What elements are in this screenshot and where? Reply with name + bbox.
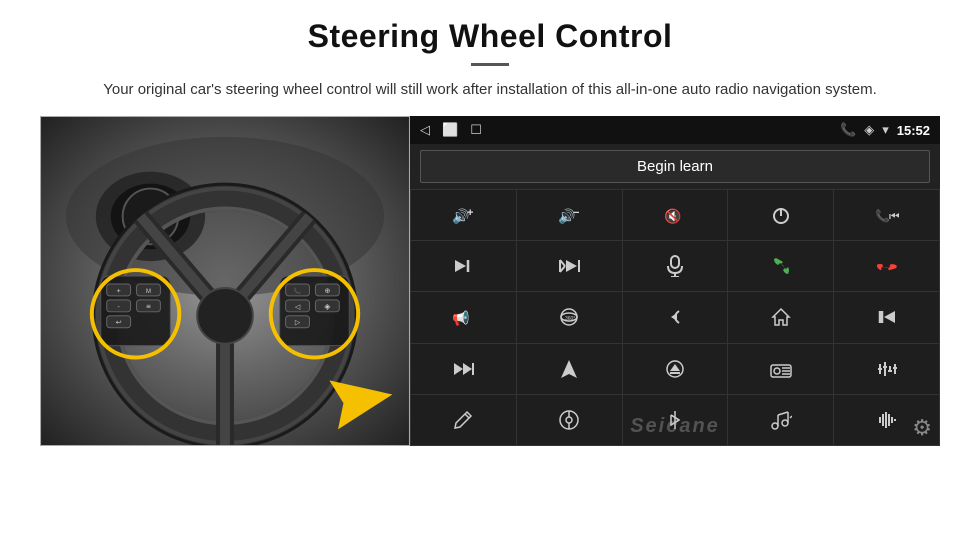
steering-wheel-svg: + - ↩ M ≡ 📞 ◁ ▷: [41, 117, 409, 445]
svg-text:◁: ◁: [295, 304, 301, 311]
power-btn[interactable]: [728, 190, 833, 240]
status-time: 15:52: [897, 123, 930, 138]
svg-text:⏮: ⏮: [889, 209, 899, 223]
status-bar: ◁ ⬜ ☐ 📞 ◈ ▾ 15:52: [410, 116, 940, 144]
svg-text:📢: 📢: [452, 310, 469, 326]
skip-btn[interactable]: [517, 241, 622, 291]
status-bar-icons: 📞 ◈ ▾ 15:52: [840, 122, 930, 138]
steering-control-btn[interactable]: [517, 395, 622, 445]
music-btn[interactable]: [728, 395, 833, 445]
title-divider: [471, 63, 509, 66]
fast-forward-btn[interactable]: [411, 344, 516, 394]
wifi-status-icon: ▾: [882, 122, 889, 138]
steering-wheel-image: + - ↩ M ≡ 📞 ◁ ▷: [40, 116, 410, 446]
svg-text:-: -: [117, 304, 119, 311]
vol-up-btn[interactable]: 🔊+: [411, 190, 516, 240]
home-nav-icon[interactable]: ⬜: [442, 122, 458, 138]
bluetooth-btn[interactable]: [623, 395, 728, 445]
home-btn[interactable]: [728, 292, 833, 342]
end-call-btn[interactable]: [834, 241, 939, 291]
recents-nav-icon[interactable]: ☐: [470, 122, 482, 138]
eject-btn[interactable]: [623, 344, 728, 394]
call-btn[interactable]: [728, 241, 833, 291]
settings-gear-button[interactable]: ⚙: [912, 415, 932, 441]
content-row: + - ↩ M ≡ 📞 ◁ ▷: [40, 116, 940, 446]
svg-text:◈: ◈: [324, 302, 331, 311]
controls-grid: 🔊+ 🔊− 🔇 📞 ⏮: [410, 189, 940, 446]
svg-text:+: +: [467, 207, 473, 219]
equalizer-btn[interactable]: [834, 344, 939, 394]
nav-btn[interactable]: [517, 344, 622, 394]
status-bar-left: ◁ ⬜ ☐: [420, 122, 482, 138]
page-wrapper: Steering Wheel Control Your original car…: [0, 0, 980, 446]
back-nav-icon[interactable]: ◁: [420, 122, 430, 138]
radio-btn[interactable]: [728, 344, 833, 394]
prev-track-start-btn[interactable]: [834, 292, 939, 342]
android-panel: ◁ ⬜ ☐ 📞 ◈ ▾ 15:52 Begin learn 🔊: [410, 116, 940, 446]
page-title: Steering Wheel Control: [308, 18, 673, 55]
360-btn[interactable]: 360°: [517, 292, 622, 342]
svg-text:M: M: [146, 289, 151, 295]
mute-btn[interactable]: 🔇: [623, 190, 728, 240]
pen-btn[interactable]: [411, 395, 516, 445]
vol-down-btn[interactable]: 🔊−: [517, 190, 622, 240]
mic-btn[interactable]: [623, 241, 728, 291]
svg-text:▷: ▷: [295, 320, 301, 327]
phone-status-icon: 📞: [840, 122, 856, 138]
phone-prev-btn[interactable]: 📞 ⏮: [834, 190, 939, 240]
svg-text:−: −: [573, 207, 579, 219]
svg-text:↩: ↩: [116, 320, 122, 327]
steering-image-inner: + - ↩ M ≡ 📞 ◁ ▷: [41, 117, 409, 445]
begin-learn-row: Begin learn: [410, 144, 940, 189]
page-subtitle: Your original car's steering wheel contr…: [103, 78, 877, 102]
svg-text:📞: 📞: [875, 208, 890, 223]
svg-text:≡: ≡: [146, 302, 151, 311]
begin-learn-button[interactable]: Begin learn: [420, 150, 930, 183]
next-track-btn[interactable]: [411, 241, 516, 291]
back-btn[interactable]: [623, 292, 728, 342]
camera-btn[interactable]: 📢: [411, 292, 516, 342]
svg-text:360°: 360°: [565, 316, 575, 322]
svg-text:+: +: [117, 288, 121, 295]
svg-text:🔇: 🔇: [664, 208, 681, 224]
svg-text:📞: 📞: [294, 287, 302, 295]
location-status-icon: ◈: [864, 122, 874, 138]
svg-text:⊕: ⊕: [324, 288, 330, 295]
